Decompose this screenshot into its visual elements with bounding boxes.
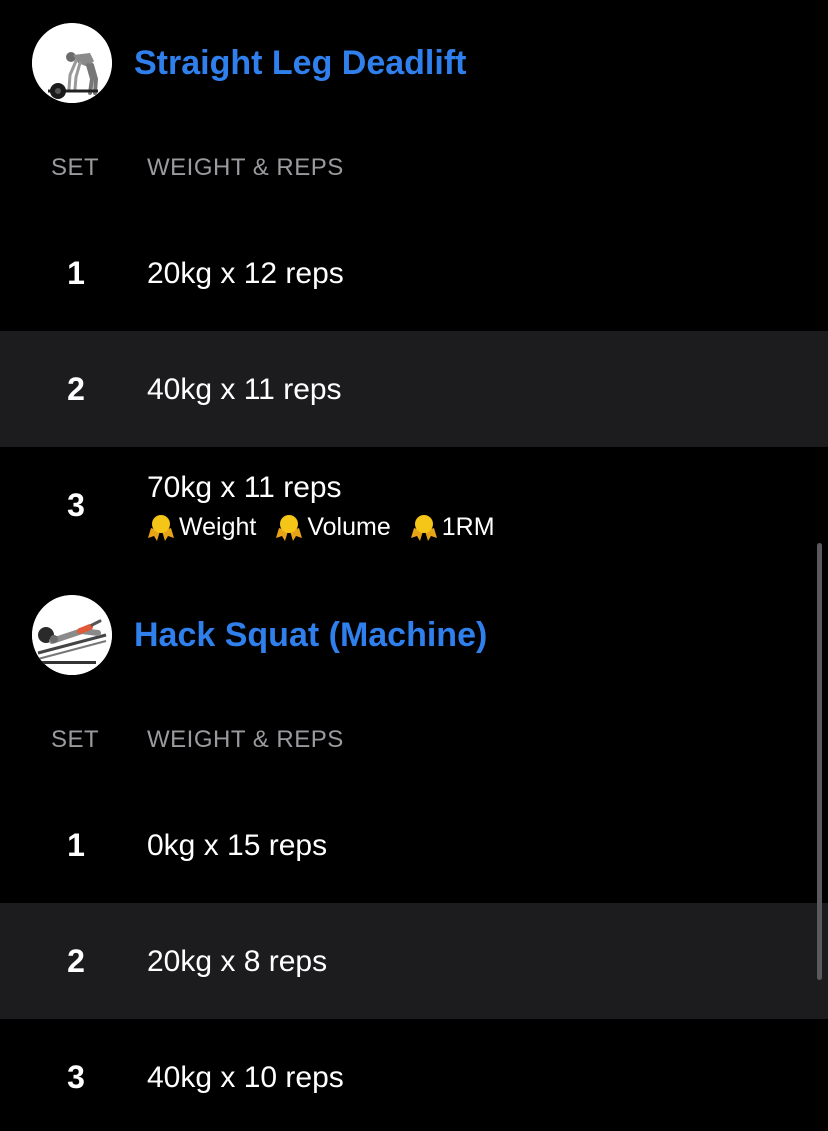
set-row: 2 40kg x 11 reps (0, 331, 828, 447)
set-row: 1 0kg x 15 reps (0, 787, 828, 903)
exercise-title[interactable]: Straight Leg Deadlift (134, 43, 466, 83)
set-weight-reps: 40kg x 10 reps (147, 1061, 344, 1094)
set-weight-reps: 70kg x 11 reps (147, 471, 342, 504)
column-header-weight-reps: WEIGHT & REPS (147, 726, 344, 753)
vertical-scrollbar[interactable] (817, 543, 822, 980)
exercise-header[interactable]: Hack Squat (Machine) (0, 595, 828, 675)
set-number: 2 (67, 943, 85, 979)
deadlift-illustration-icon[interactable] (32, 23, 112, 103)
record-label: Weight (179, 513, 257, 541)
medal-icon (276, 515, 303, 541)
set-number: 2 (67, 371, 85, 407)
set-weight-reps: 0kg x 15 reps (147, 829, 328, 862)
column-header-set: SET (51, 154, 100, 181)
set-row: 2 20kg x 8 reps (0, 903, 828, 1019)
set-number: 1 (67, 255, 85, 291)
set-weight-reps: 20kg x 8 reps (147, 945, 328, 978)
record-badge-1rm: 1RM (409, 512, 495, 542)
record-label: 1RM (441, 513, 495, 541)
set-number: 1 (67, 827, 85, 863)
set-weight-reps: 40kg x 11 reps (147, 373, 342, 406)
personal-record-badges: Weight Volume 1RM (146, 511, 513, 543)
column-header-set: SET (51, 726, 100, 753)
record-label: Volume (307, 513, 391, 541)
set-number: 3 (67, 1059, 85, 1095)
record-badge-volume: Volume (274, 512, 391, 542)
record-badge-weight: Weight (146, 512, 256, 542)
set-row: 3 40kg x 10 reps (0, 1019, 828, 1131)
set-row: 3 70kg x 11 reps Weight Volume 1RM (0, 447, 828, 563)
medal-icon (410, 515, 437, 541)
column-header-weight-reps: WEIGHT & REPS (147, 154, 344, 181)
set-number: 3 (67, 487, 85, 523)
exercise-header[interactable]: Straight Leg Deadlift (0, 23, 828, 103)
set-weight-reps: 20kg x 12 reps (147, 257, 344, 290)
set-row: 1 20kg x 12 reps (0, 215, 828, 331)
exercise-title[interactable]: Hack Squat (Machine) (134, 615, 487, 655)
hack-squat-illustration-icon[interactable] (32, 595, 112, 675)
medal-icon (148, 515, 174, 541)
